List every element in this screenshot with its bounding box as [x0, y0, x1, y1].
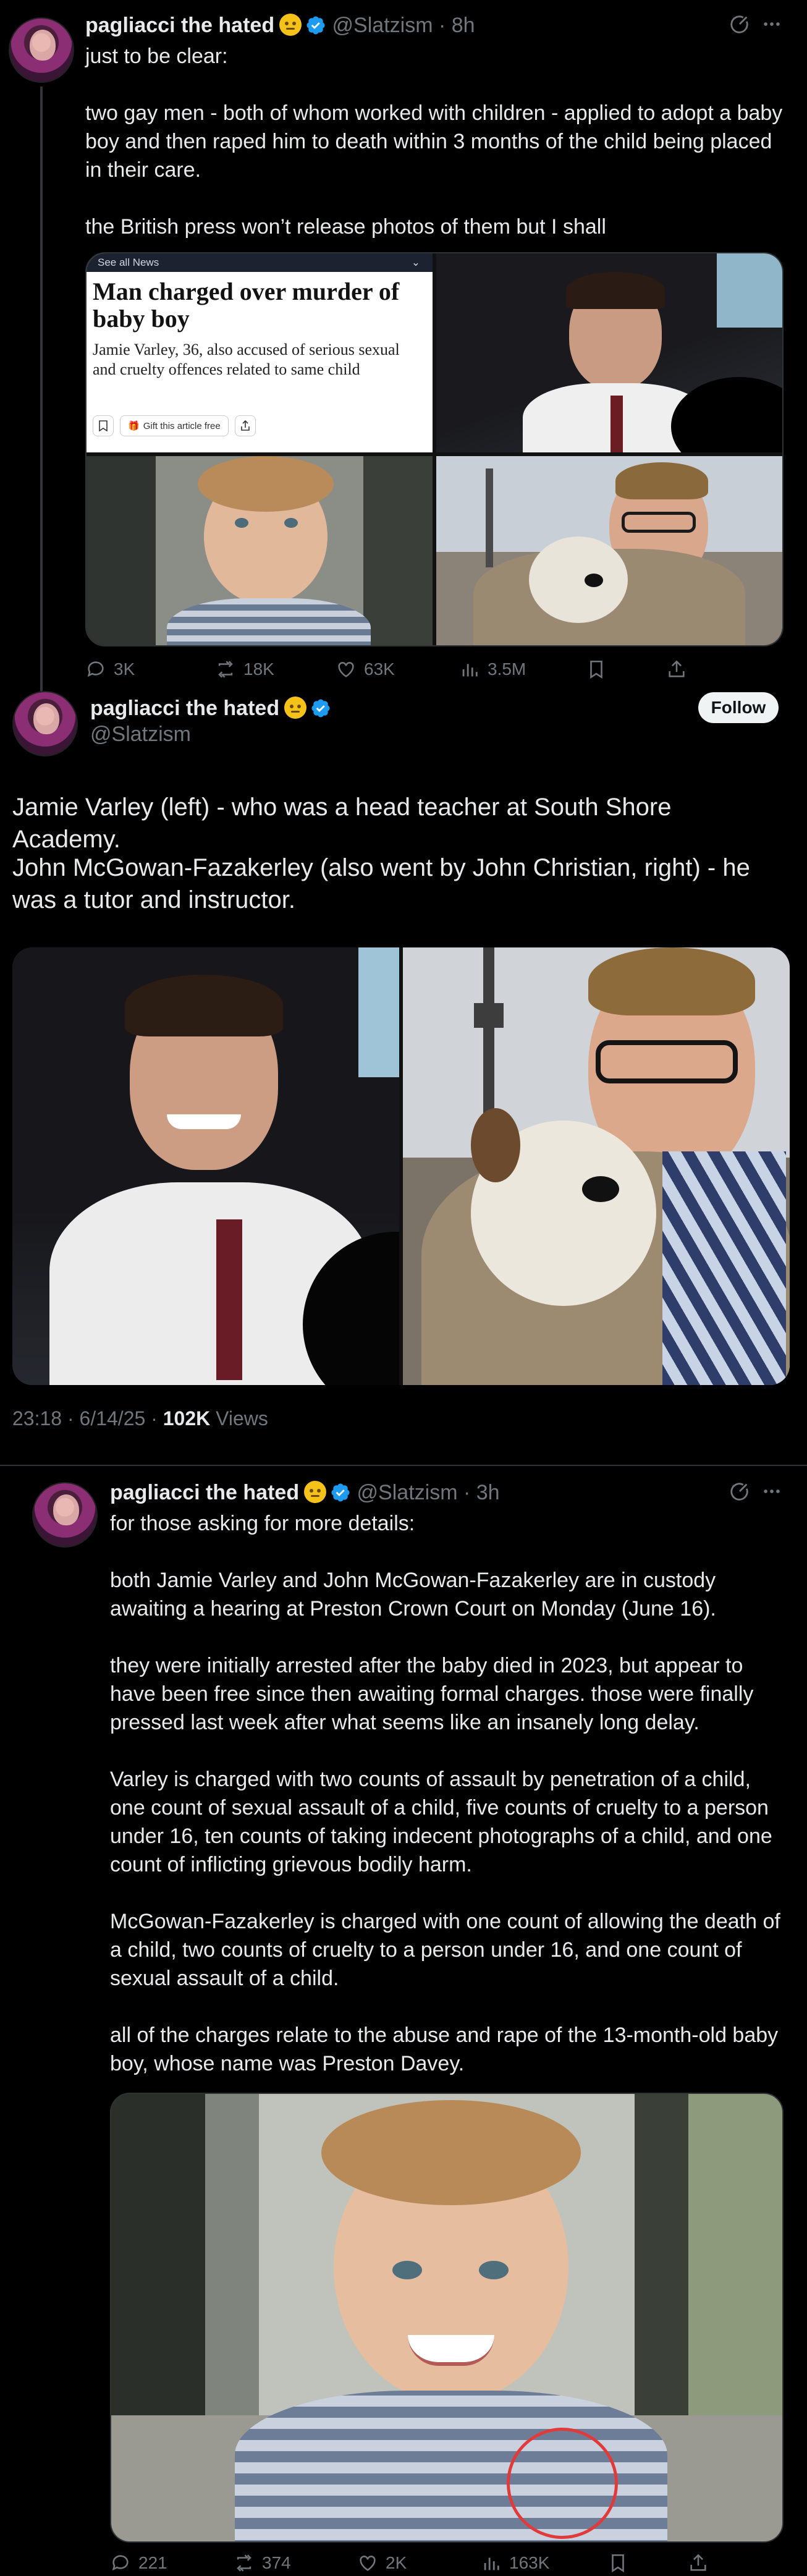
repost-count: 374 [262, 2553, 291, 2572]
repost-button[interactable]: 18K [215, 659, 274, 680]
avatar[interactable] [9, 17, 74, 83]
reply-button[interactable]: 3K [85, 659, 135, 680]
tweet-paragraph: for those asking for more details: [110, 1512, 415, 1535]
views-button[interactable]: 3.5M [459, 659, 526, 680]
tweet-text-paragraph-1: Jamie Varley (left) - who was a head tea… [12, 794, 672, 853]
tweet-2-focused[interactable]: pagliacci the hated @Slatzism Follow Jam… [0, 689, 807, 1465]
avatar[interactable] [32, 1482, 98, 1548]
share-icon [669, 660, 685, 677]
like-count: 2K [386, 2553, 407, 2572]
author-handle[interactable]: @Slatzism [357, 1481, 458, 1504]
verified-badge-icon [331, 1483, 350, 1502]
tweet-paragraph: McGowan-Fazakerley is charged with one c… [110, 1910, 780, 1990]
tweet-paragraph: Varley is charged with two counts of ass… [110, 1768, 772, 1876]
tweet-header: pagliacci the hated @Slatzism · 8h [85, 14, 475, 37]
repost-icon [237, 2554, 251, 2572]
tweet-text: for those asking for more details: both … [110, 1509, 790, 2078]
photo-man-with-dog[interactable] [436, 456, 782, 645]
photo-john-mcgowan-fazakerley[interactable] [403, 947, 790, 1385]
repost-count: 18K [243, 659, 274, 679]
repost-button[interactable]: 374 [234, 2553, 291, 2574]
grimace-emoji-icon [304, 1481, 327, 1503]
tweet-text: just to be clear: two gay men - both of … [85, 44, 783, 239]
bookmark-button[interactable] [586, 659, 607, 680]
views-count: 3.5M [488, 659, 526, 679]
more-options-icon[interactable] [761, 14, 782, 38]
reply-count: 221 [138, 2553, 167, 2572]
photo-man-shirt-tie[interactable] [436, 253, 782, 452]
bookmark-icon [612, 2554, 624, 2573]
tweet-paragraph: all of the charges relate to the abuse a… [110, 2023, 779, 2075]
thread-line [40, 87, 43, 692]
photo-baby[interactable] [87, 456, 433, 645]
news-subhead: Jamie Varley, 36, also accused of seriou… [93, 341, 400, 378]
tweet-actions: 3K 18K 63K 3.5M [85, 657, 784, 682]
avatar[interactable] [12, 691, 78, 756]
heart-icon [338, 662, 354, 677]
views-icon [462, 664, 478, 677]
tweet-media-grid[interactable]: See all News ⌄ Man charged over murder o… [85, 252, 784, 646]
more-options-icon[interactable] [761, 1481, 782, 1505]
reply-icon [112, 2555, 129, 2571]
reply-button[interactable]: 221 [110, 2553, 167, 2574]
verified-badge-icon [311, 699, 330, 718]
tweet-1[interactable]: pagliacci the hated @Slatzism · 8h just … [0, 0, 807, 692]
tweet-paragraph: they were initially arrested after the b… [110, 1654, 754, 1734]
bookmark-button[interactable] [607, 2553, 628, 2574]
tweet-meta: 23:18 · 6/14/25 · 102K Views [12, 1406, 268, 1431]
news-top-label: See all News [98, 256, 159, 268]
views-label: Views [210, 1407, 268, 1430]
tweet-actions: 221 374 2K 163K [110, 2551, 784, 2575]
verified-badge-icon [306, 16, 325, 35]
author-name[interactable]: pagliacci the hated [110, 1481, 299, 1504]
reply-count: 3K [114, 659, 135, 679]
views-icon [484, 2557, 499, 2570]
tweet-media-photo-baby[interactable] [110, 2093, 784, 2543]
view-count: 102K [163, 1407, 211, 1430]
news-headline: Man charged over murder of baby boy [93, 278, 400, 333]
like-button[interactable]: 2K [357, 2553, 407, 2574]
timestamp[interactable]: 8h [452, 14, 475, 37]
highlight-circle [507, 2428, 618, 2539]
repost-icon [218, 661, 233, 678]
views-button[interactable]: 163K [481, 2553, 549, 2574]
follow-button[interactable]: Follow [698, 692, 779, 723]
author-name[interactable]: pagliacci the hated [90, 695, 331, 721]
grimace-emoji-icon [279, 14, 302, 36]
timestamp[interactable]: 23:18 · 6/14/25 · [12, 1407, 163, 1430]
bookmark-icon [590, 660, 602, 679]
news-article-screenshot[interactable]: See all News ⌄ Man charged over murder o… [87, 253, 433, 452]
like-button[interactable]: 63K [336, 659, 395, 680]
reply-icon [87, 661, 104, 677]
timestamp[interactable]: 3h [476, 1481, 500, 1504]
gift-article-button[interactable]: 🎁 Gift this article free [120, 415, 229, 436]
author-handle[interactable]: @Slatzism [90, 721, 191, 747]
share-button[interactable] [688, 2553, 709, 2574]
share-icon [690, 2554, 706, 2571]
author-name[interactable]: pagliacci the hated [85, 14, 274, 37]
tweet-header: pagliacci the hated @Slatzism · 3h [110, 1481, 500, 1504]
tweet-media-pair[interactable] [12, 947, 790, 1385]
share-icon[interactable] [234, 415, 256, 436]
share-button[interactable] [666, 659, 687, 680]
tweet-3-reply[interactable]: pagliacci the hated @Slatzism · 3h for t… [0, 1466, 807, 2576]
photo-jamie-varley[interactable] [12, 947, 399, 1385]
heart-icon [360, 2556, 376, 2571]
chevron-down-icon: ⌄ [411, 256, 420, 268]
gift-icon: 🎁 [128, 421, 140, 431]
views-count: 163K [509, 2553, 550, 2572]
news-topbar: See all News ⌄ [87, 253, 433, 272]
tweet-paragraph: both Jamie Varley and John McGowan-Fazak… [110, 1569, 716, 1621]
grok-icon[interactable] [729, 1481, 750, 1505]
tweet-text-paragraph-2: John McGowan-Fazakerley (also went by Jo… [12, 854, 750, 913]
grimace-emoji-icon [284, 697, 307, 719]
author-handle[interactable]: @Slatzism [332, 14, 433, 37]
like-count: 63K [364, 659, 395, 679]
grok-icon[interactable] [729, 14, 750, 38]
bookmark-icon[interactable] [93, 415, 114, 436]
